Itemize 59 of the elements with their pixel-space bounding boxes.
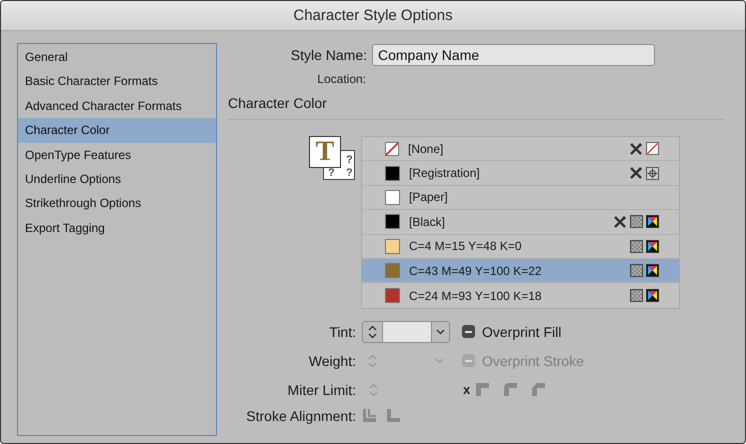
bevel-join-icon[interactable]: [531, 382, 546, 398]
sidebar-item[interactable]: Character Color: [18, 118, 216, 143]
field-label: Miter Limit:: [286, 382, 356, 398]
stepper-icon: [368, 382, 379, 397]
field-label: Stroke Alignment:: [245, 408, 356, 424]
round-join-icon[interactable]: [503, 382, 518, 398]
checkbox[interactable]: Overprint Fill: [462, 324, 562, 340]
swatch-name: [Paper]: [409, 190, 449, 204]
sidebar-item[interactable]: Basic Character Formats: [18, 69, 216, 94]
swatch-row[interactable]: [Black]: [362, 210, 679, 235]
unit-label: x: [463, 382, 470, 398]
fill-letter: T: [316, 138, 334, 166]
registration-mode-icon: [646, 166, 659, 180]
stepper-icon: [367, 354, 378, 368]
swatch-name: [Registration]: [409, 166, 481, 180]
field-label: Style Name:: [290, 47, 367, 63]
stepper-icon: [366, 324, 378, 339]
swatch-name: [Black]: [409, 214, 446, 229]
none-mode-icon: [646, 142, 659, 156]
unknown-mark: ?: [346, 155, 353, 166]
cmyk-mode-icon: [646, 264, 659, 278]
swatch-row[interactable]: [Paper]: [362, 186, 679, 210]
fill-stroke-drawing[interactable]: ? ? ? T: [309, 136, 356, 181]
align-center-icon[interactable]: [362, 408, 377, 424]
align-inside-icon[interactable]: [386, 408, 401, 424]
swatch-row[interactable]: C=43 M=49 Y=100 K=22: [362, 258, 679, 284]
cmyk-mode-icon: [646, 289, 659, 302]
process-type-icon: [630, 240, 643, 253]
swatch-name: [None]: [408, 142, 444, 156]
field-label: Location:: [316, 72, 366, 86]
swatch-row[interactable]: [Registration]: [362, 161, 679, 186]
swatch-row[interactable]: C=24 M=93 Y=100 K=18: [362, 283, 679, 308]
sidebar-item[interactable]: Strikethrough Options: [18, 191, 216, 216]
section-heading: Character Color: [228, 95, 327, 111]
sidebar-item[interactable]: Underline Options: [18, 166, 216, 192]
sidebar-item[interactable]: Advanced Character Formats: [18, 94, 216, 118]
chevron-down-icon: [435, 358, 444, 364]
swatch-name: C=24 M=93 Y=100 K=18: [409, 288, 543, 303]
process-type-icon: [630, 215, 643, 228]
window-title: Character Style Options: [293, 7, 453, 24]
process-type-icon: [630, 289, 643, 302]
chevron-down-icon: [436, 328, 445, 335]
tint-field[interactable]: [362, 320, 450, 343]
process-type-icon: [630, 264, 643, 278]
swatch-row[interactable]: [None]: [362, 137, 679, 162]
field-label: Weight:: [308, 352, 356, 369]
miter-join-icon[interactable]: [475, 382, 490, 398]
swatch-name: C=43 M=49 Y=100 K=22: [409, 264, 543, 278]
swatch-name: C=4 M=15 Y=48 K=0: [409, 239, 523, 254]
unknown-mark: ?: [346, 168, 353, 179]
style-name-field[interactable]: Company Name: [372, 44, 655, 66]
field-label: Tint:: [328, 324, 356, 340]
sidebar-item[interactable]: Export Tagging: [18, 216, 216, 240]
none-swatch-icon: [385, 142, 399, 156]
cmyk-mode-icon: [646, 215, 659, 228]
sidebar-item[interactable]: OpenType Features: [18, 142, 216, 167]
cmyk-mode-icon: [646, 240, 659, 253]
unknown-mark: ?: [328, 168, 335, 179]
sidebar-item[interactable]: General: [18, 45, 216, 70]
